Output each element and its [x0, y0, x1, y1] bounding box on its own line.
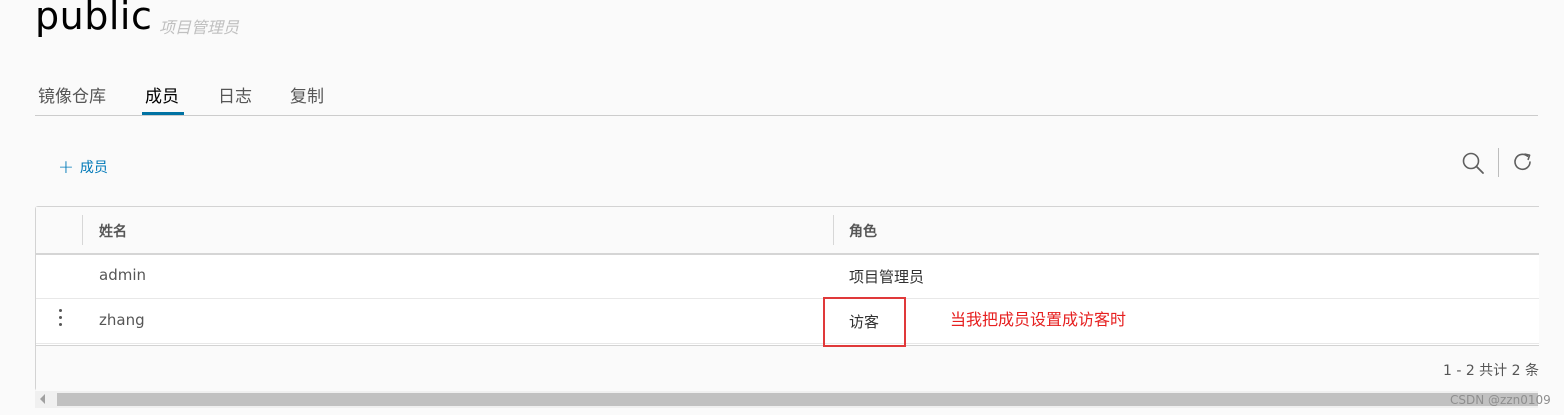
member-name: admin: [99, 266, 146, 284]
horizontal-scrollbar[interactable]: [35, 391, 1538, 408]
scrollbar-thumb[interactable]: [57, 393, 1538, 406]
member-role: 项目管理员: [849, 268, 925, 286]
table-header: 姓名 角色: [36, 207, 1539, 255]
row-actions-icon[interactable]: [57, 309, 63, 326]
watermark: CSDN @zzn0109: [1450, 393, 1551, 407]
search-icon[interactable]: [1461, 151, 1485, 179]
page-title: public: [35, 0, 153, 38]
table-footer: 1 - 2 共计 2 条: [36, 345, 1539, 391]
column-header-role[interactable]: 角色: [849, 221, 877, 241]
add-member-button[interactable]: + 成员: [58, 157, 108, 177]
member-name: zhang: [99, 311, 145, 329]
table-row[interactable]: admin 项目管理员: [36, 253, 1539, 299]
pagination-info: 1 - 2 共计 2 条: [1442, 363, 1539, 379]
tab-logs[interactable]: 日志: [218, 82, 252, 107]
active-tab-indicator: [142, 112, 184, 115]
highlight-box: [823, 297, 906, 347]
tab-members[interactable]: 成员: [145, 82, 179, 107]
tab-replication[interactable]: 复制: [290, 82, 324, 107]
column-header-name[interactable]: 姓名: [99, 221, 127, 241]
annotation-text: 当我把成员设置成访客时: [950, 310, 1127, 329]
add-member-label: 成员: [79, 160, 108, 176]
toolbar-divider: [1498, 148, 1499, 177]
project-tabs: 镜像仓库 成员 日志 复制: [35, 78, 1538, 116]
members-table: 姓名 角色 admin 项目管理员 zhang 访客 1 - 2 共计 2 条: [35, 206, 1539, 391]
refresh-icon[interactable]: [1512, 151, 1534, 177]
column-separator: [82, 215, 83, 245]
scroll-left-icon[interactable]: [40, 394, 45, 404]
tab-repositories[interactable]: 镜像仓库: [38, 82, 106, 107]
page-role-subtitle: 项目管理员: [159, 18, 240, 37]
plus-icon: +: [58, 156, 74, 178]
column-separator[interactable]: [833, 215, 834, 245]
table-row[interactable]: zhang 访客: [36, 298, 1539, 344]
